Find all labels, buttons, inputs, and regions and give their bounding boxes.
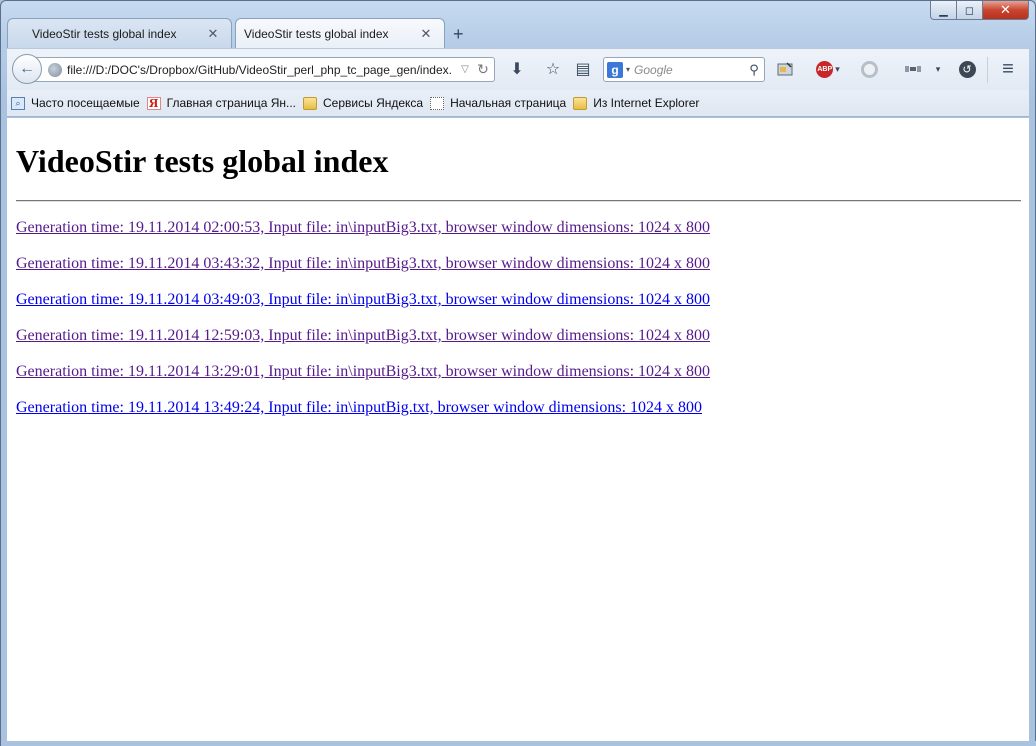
bookmark-label: Часто посещаемые bbox=[31, 96, 140, 110]
history-icon[interactable]: ↺ bbox=[956, 58, 978, 80]
bookmarks-toolbar: ⌕ Часто посещаемые Я Главная страница Ян… bbox=[7, 90, 1029, 117]
tab-close-icon[interactable]: ✕ bbox=[418, 26, 434, 42]
site-identity-icon[interactable] bbox=[48, 62, 62, 77]
adblock-plus-icon[interactable]: ABP ▾ bbox=[810, 58, 846, 80]
list-item: Generation time: 19.11.2014 13:29:01, In… bbox=[16, 363, 1020, 381]
url-text[interactable]: file:///D:/DOC's/Dropbox/GitHub/VideoSti… bbox=[67, 63, 458, 77]
list-item: Generation time: 19.11.2014 02:00:53, In… bbox=[16, 219, 1020, 237]
search-input[interactable]: Google bbox=[634, 63, 744, 77]
reading-list-icon[interactable]: ▤ bbox=[572, 58, 594, 80]
url-history-dropdown-icon[interactable]: ▽ bbox=[458, 64, 472, 75]
screenshot-addon-icon[interactable] bbox=[774, 58, 796, 80]
adblock-plus-logo: ABP bbox=[816, 60, 834, 78]
folder-icon bbox=[573, 96, 588, 110]
addon-dropdown-icon[interactable]: ▾ bbox=[927, 58, 949, 80]
hamburger-menu-icon[interactable]: ≡ bbox=[997, 58, 1019, 80]
bookmark-yandex-home[interactable]: Я Главная страница Ян... bbox=[146, 96, 297, 110]
toolbar-separator bbox=[987, 57, 988, 83]
adblock-dropdown-icon[interactable]: ▾ bbox=[835, 64, 840, 75]
reload-icon[interactable]: ↻ bbox=[472, 61, 494, 78]
tab-inactive[interactable]: VideoStir tests global index ✕ bbox=[7, 18, 232, 48]
blank-page-icon bbox=[430, 96, 445, 110]
bookmark-label: Начальная страница bbox=[450, 96, 567, 110]
navigation-toolbar: ← file:///D:/DOC's/Dropbox/GitHub/VideoS… bbox=[7, 48, 1029, 90]
list-item: Generation time: 19.11.2014 12:59:03, In… bbox=[16, 327, 1020, 345]
window-bottom-border bbox=[1, 741, 1036, 746]
horizontal-rule bbox=[16, 199, 1021, 202]
back-button[interactable]: ← bbox=[12, 54, 42, 84]
satellite-addon-icon[interactable] bbox=[902, 58, 924, 80]
tab-title: VideoStir tests global index bbox=[32, 26, 177, 41]
list-item: Generation time: 19.11.2014 03:49:03, In… bbox=[16, 291, 1020, 309]
download-icon[interactable]: ⬇ bbox=[506, 58, 528, 80]
browser-window: ▁ ◻ ✕ VideoStir tests global index ✕ Vid… bbox=[0, 0, 1036, 746]
tab-title: VideoStir tests global index bbox=[244, 26, 389, 41]
list-item: Generation time: 19.11.2014 13:49:24, In… bbox=[16, 399, 1020, 417]
search-bar[interactable]: g ▾ Google ⚲ bbox=[603, 57, 765, 82]
bookmark-most-visited[interactable]: ⌕ Часто посещаемые bbox=[11, 96, 140, 110]
test-run-link[interactable]: Generation time: 19.11.2014 02:00:53, In… bbox=[16, 219, 710, 236]
folder-icon bbox=[303, 96, 318, 110]
google-logo-icon[interactable]: g bbox=[607, 61, 623, 78]
page-content: VideoStir tests global index Generation … bbox=[7, 118, 1029, 741]
test-run-link[interactable]: Generation time: 19.11.2014 12:59:03, In… bbox=[16, 327, 710, 344]
test-run-link[interactable]: Generation time: 19.11.2014 13:49:24, In… bbox=[16, 399, 702, 416]
address-bar[interactable]: file:///D:/DOC's/Dropbox/GitHub/VideoSti… bbox=[31, 57, 495, 82]
bookmark-star-icon[interactable]: ☆ bbox=[542, 58, 564, 80]
test-run-link[interactable]: Generation time: 19.11.2014 03:49:03, In… bbox=[16, 291, 710, 308]
list-item: Generation time: 19.11.2014 03:43:32, In… bbox=[16, 255, 1020, 273]
test-link-list: Generation time: 19.11.2014 02:00:53, In… bbox=[16, 219, 1020, 417]
bookmark-label: Главная страница Ян... bbox=[166, 96, 297, 110]
bookmark-from-ie[interactable]: Из Internet Explorer bbox=[573, 96, 699, 110]
new-tab-button[interactable]: + bbox=[453, 24, 464, 45]
tab-active[interactable]: VideoStir tests global index ✕ bbox=[235, 18, 445, 48]
search-icon[interactable]: ⚲ bbox=[744, 62, 764, 78]
history-circle-icon: ↺ bbox=[958, 60, 976, 78]
yandex-icon: Я bbox=[146, 96, 161, 110]
bookmark-label: Сервисы Яндекса bbox=[323, 96, 424, 110]
bookmark-yandex-services[interactable]: Сервисы Яндекса bbox=[303, 96, 423, 110]
test-run-link[interactable]: Generation time: 19.11.2014 13:29:01, In… bbox=[16, 363, 710, 380]
page-heading: VideoStir tests global index bbox=[16, 143, 389, 179]
bookmark-start-page[interactable]: Начальная страница bbox=[430, 96, 566, 110]
tab-strip: VideoStir tests global index ✕ VideoStir… bbox=[7, 18, 1027, 48]
tab-close-icon[interactable]: ✕ bbox=[205, 26, 221, 42]
bookmark-label: Из Internet Explorer bbox=[593, 96, 700, 110]
ring-icon bbox=[860, 60, 878, 78]
addon-ring-icon[interactable] bbox=[858, 58, 880, 80]
search-engine-dropdown-icon[interactable]: ▾ bbox=[626, 65, 630, 74]
test-run-link[interactable]: Generation time: 19.11.2014 03:43:32, In… bbox=[16, 255, 710, 272]
most-visited-icon: ⌕ bbox=[11, 96, 25, 110]
